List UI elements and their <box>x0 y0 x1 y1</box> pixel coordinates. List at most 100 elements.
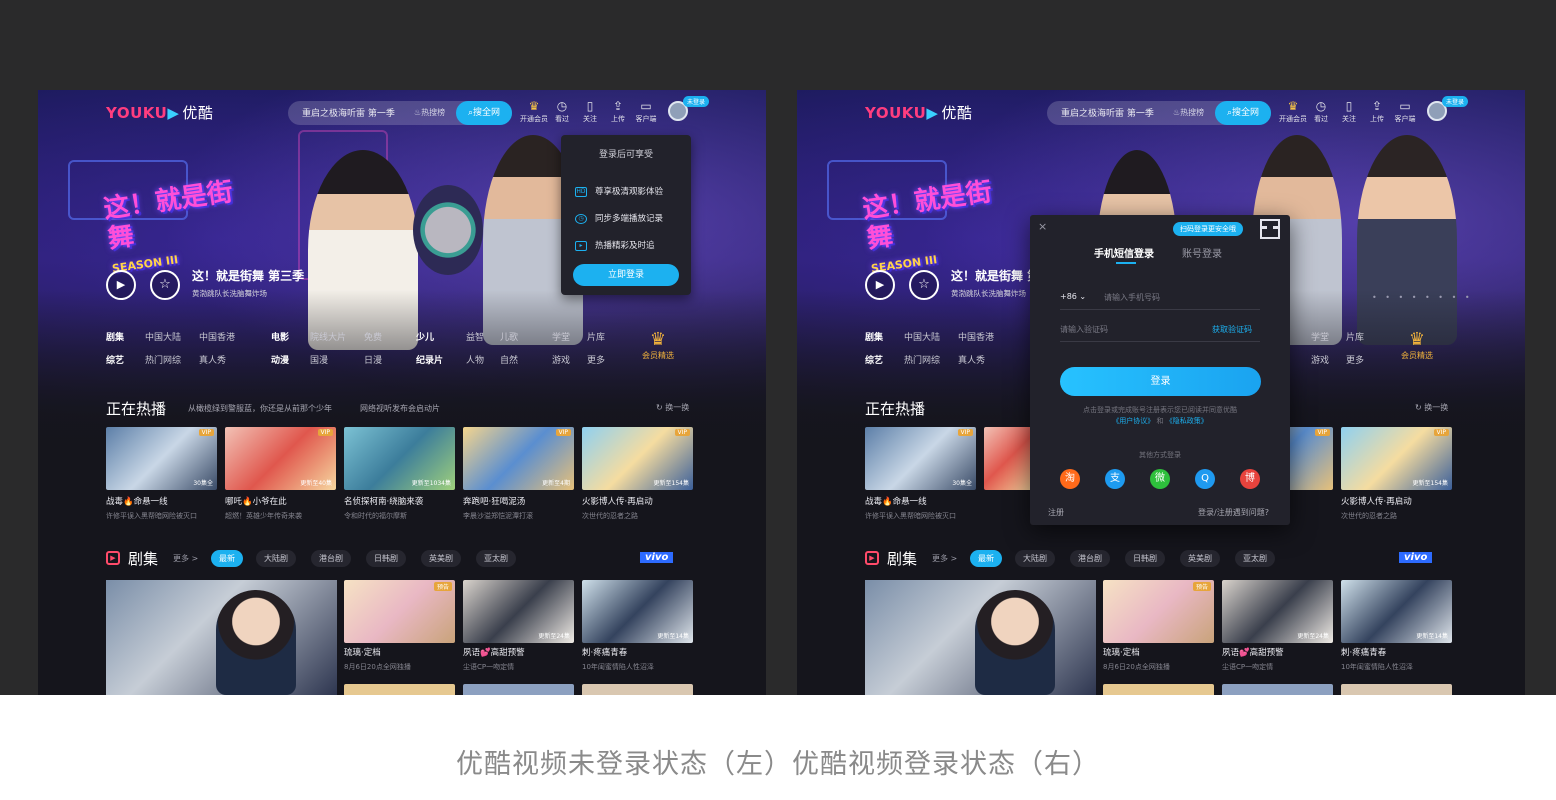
category-link[interactable]: 国漫 <box>310 353 328 366</box>
tab-latest[interactable]: 最新 <box>970 550 1002 567</box>
search-button[interactable]: ⌕搜全网 <box>456 101 512 125</box>
nav-follow[interactable]: ▯ 关注 <box>1335 98 1363 124</box>
alipay-icon[interactable]: 支 <box>1105 469 1125 489</box>
sms-code-input[interactable]: 请输入验证码 <box>1060 324 1108 335</box>
refresh-button[interactable]: ↻ 换一换 <box>1415 402 1448 413</box>
nav-history[interactable]: ◷ 看过 <box>548 98 576 124</box>
get-code-button[interactable]: 获取验证码 <box>1212 324 1252 335</box>
tab-hktw[interactable]: 港台剧 <box>311 550 351 567</box>
video-title[interactable]: 刺·疼痛青春 <box>1341 646 1386 658</box>
video-title[interactable]: 夙语💕高甜预警 <box>463 646 525 658</box>
video-thumbnail[interactable]: 更新至24集 <box>463 580 574 643</box>
video-thumbnail[interactable]: VIP 30集全 <box>865 427 976 490</box>
nav-follow[interactable]: ▯ 关注 <box>576 98 604 124</box>
privacy-policy-link[interactable]: 《隐私政策》 <box>1166 417 1208 425</box>
category-link[interactable]: 真人秀 <box>958 353 985 366</box>
more-link[interactable]: 更多 > <box>932 553 957 564</box>
video-title[interactable]: 琉璃·定档 <box>1103 646 1140 658</box>
search-bar[interactable]: 重启之极海听雷 第一季 ♨热搜榜 ⌕搜全网 <box>1047 101 1271 125</box>
hot-search-link[interactable]: ♨热搜榜 <box>1173 107 1204 118</box>
taobao-icon[interactable]: 淘 <box>1060 469 1080 489</box>
wechat-icon[interactable]: 微 <box>1150 469 1170 489</box>
video-thumbnail[interactable] <box>984 427 1034 490</box>
category-link[interactable]: 综艺 <box>106 353 124 366</box>
tab-account-login[interactable]: 账号登录 <box>1182 245 1222 260</box>
video-thumbnail[interactable]: 更新至14集 <box>582 580 693 643</box>
video-title[interactable]: 战毒🔥命悬一线 <box>865 495 927 507</box>
video-thumbnail[interactable] <box>582 684 693 695</box>
tab-asiapac[interactable]: 亚太剧 <box>1235 550 1275 567</box>
category-link[interactable]: 少儿 <box>416 330 434 343</box>
nav-client[interactable]: ▭ 客户端 <box>1391 98 1419 124</box>
category-link[interactable]: 日漫 <box>364 353 382 366</box>
video-thumbnail[interactable]: 更新至1034集 <box>344 427 455 490</box>
category-link[interactable]: 学堂 <box>1311 330 1329 343</box>
category-link[interactable]: 中国香港 <box>199 330 235 343</box>
category-link[interactable]: 人物 <box>466 353 484 366</box>
tab-jpkr[interactable]: 日韩剧 <box>366 550 406 567</box>
qq-icon[interactable]: Q <box>1195 469 1215 489</box>
qr-code-icon[interactable] <box>1260 219 1280 239</box>
video-thumbnail[interactable]: VIP 更新至154集 <box>582 427 693 490</box>
video-thumbnail[interactable]: VIP 更新至40集 <box>225 427 336 490</box>
video-thumbnail[interactable]: 预告 <box>1103 580 1214 643</box>
more-link[interactable]: 更多 > <box>173 553 198 564</box>
category-link[interactable]: 剧集 <box>106 330 124 343</box>
category-link[interactable]: 自然 <box>500 353 518 366</box>
video-title[interactable]: 夙语💕高甜预警 <box>1222 646 1284 658</box>
video-thumbnail[interactable] <box>344 684 455 695</box>
category-link[interactable]: 更多 <box>587 353 605 366</box>
category-link[interactable]: 学堂 <box>552 330 570 343</box>
video-thumbnail[interactable]: VIP 更新至4期 <box>463 427 574 490</box>
category-link[interactable]: 纪录片 <box>416 353 443 366</box>
video-title[interactable]: 奔跑吧·狂喝泥汤 <box>463 495 525 507</box>
favorite-button[interactable]: ☆ <box>909 270 939 300</box>
login-button[interactable]: 登录 <box>1060 367 1261 396</box>
section-note[interactable]: 从橄榄绿到警服蓝，你还是从前那个少年 <box>188 403 332 414</box>
vip-selection-link[interactable]: ♛ 会员精选 <box>1397 330 1437 361</box>
phone-input[interactable]: 请输入手机号码 <box>1104 292 1160 303</box>
favorite-button[interactable]: ☆ <box>150 270 180 300</box>
register-link[interactable]: 注册 <box>1048 507 1064 518</box>
video-thumbnail[interactable]: 更新至14集 <box>1341 580 1452 643</box>
category-link[interactable]: 剧集 <box>865 330 883 343</box>
tab-usuk[interactable]: 英美剧 <box>421 550 461 567</box>
nav-vip[interactable]: ♛ 开通会员 <box>1279 98 1307 124</box>
video-thumbnail[interactable]: 更新至24集 <box>1222 580 1333 643</box>
vip-selection-link[interactable]: ♛ 会员精选 <box>638 330 678 361</box>
search-input[interactable]: 重启之极海听雷 第一季 <box>1061 106 1154 119</box>
carousel-dots[interactable]: • • • • • • • • <box>1372 293 1473 302</box>
category-link[interactable]: 中国香港 <box>958 330 994 343</box>
login-help-link[interactable]: 登录/注册遇到问题? <box>1198 507 1269 518</box>
play-button[interactable]: ▶ <box>106 270 136 300</box>
category-link[interactable]: 院线大片 <box>310 330 346 343</box>
search-bar[interactable]: 重启之极海听雷 第一季 ♨热搜榜 ⌕搜全网 <box>288 101 512 125</box>
category-link[interactable]: 综艺 <box>865 353 883 366</box>
tab-mainland[interactable]: 大陆剧 <box>256 550 296 567</box>
category-link[interactable]: 真人秀 <box>199 353 226 366</box>
tab-latest[interactable]: 最新 <box>211 550 243 567</box>
tab-sms-login[interactable]: 手机短信登录 <box>1094 245 1154 260</box>
category-link[interactable]: 中国大陆 <box>904 330 940 343</box>
login-now-button[interactable]: 立即登录 <box>573 264 679 286</box>
category-link[interactable]: 中国大陆 <box>145 330 181 343</box>
video-thumbnail[interactable]: VIP 更新至154集 <box>1341 427 1452 490</box>
category-link[interactable]: 免费 <box>364 330 382 343</box>
video-title[interactable]: 名侦探柯南·绕脑来袭 <box>344 495 423 507</box>
video-thumbnail[interactable] <box>1222 684 1333 695</box>
hero-title[interactable]: 这！就是街舞 第三季 <box>192 267 304 284</box>
tab-jpkr[interactable]: 日韩剧 <box>1125 550 1165 567</box>
video-title[interactable]: 刺·疼痛青春 <box>582 646 627 658</box>
weibo-icon[interactable]: 博 <box>1240 469 1260 489</box>
video-thumbnail[interactable]: 预告 <box>344 580 455 643</box>
nav-vip[interactable]: ♛ 开通会员 <box>520 98 548 124</box>
video-title[interactable]: 战毒🔥命悬一线 <box>106 495 168 507</box>
category-link[interactable]: 儿歌 <box>500 330 518 343</box>
qr-login-tip[interactable]: 扫码登录更安全哦 <box>1173 222 1243 236</box>
video-title[interactable]: 火影博人传·再启动 <box>582 495 653 507</box>
search-input[interactable]: 重启之极海听雷 第一季 <box>302 106 395 119</box>
category-link[interactable]: 片库 <box>587 330 605 343</box>
video-title[interactable]: 琉璃·定档 <box>344 646 381 658</box>
category-link[interactable]: 更多 <box>1346 353 1364 366</box>
youku-logo[interactable]: YOUKU▶ 优酷 <box>106 102 213 123</box>
